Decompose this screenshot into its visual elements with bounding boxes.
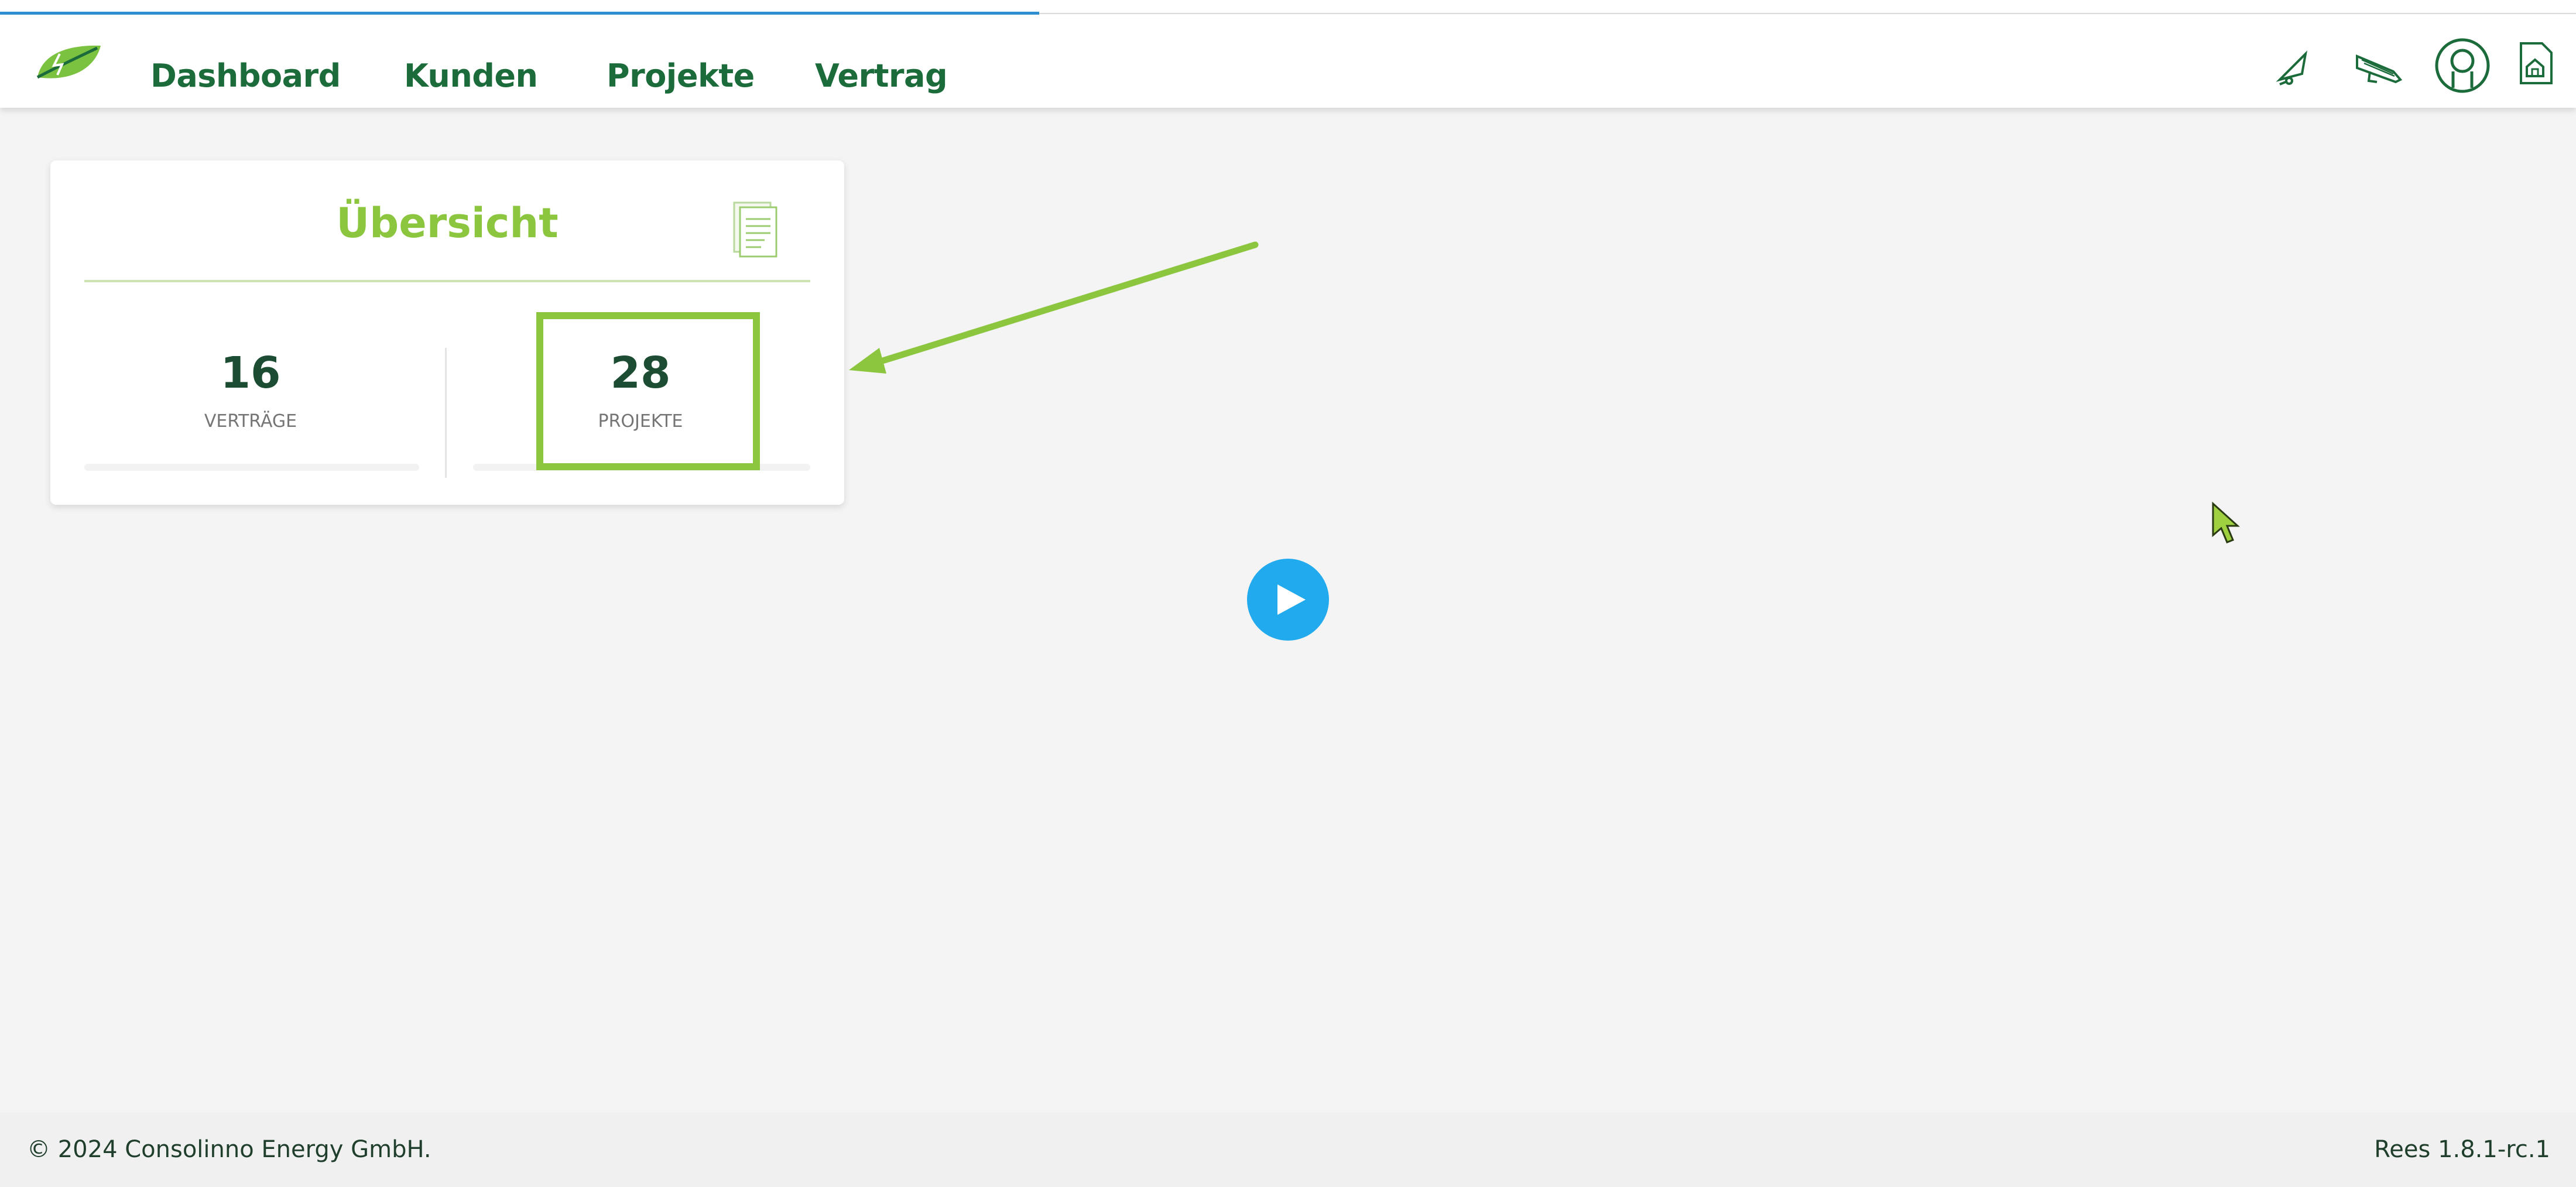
- stat-divider: [445, 348, 447, 478]
- play-icon: [1277, 584, 1306, 615]
- stat-bar-vertraege: [84, 464, 419, 471]
- loading-bar: [0, 0, 2576, 15]
- megaphone-icon[interactable]: [2352, 46, 2405, 89]
- nav-dashboard[interactable]: Dashboard: [150, 57, 341, 94]
- nav-kunden[interactable]: Kunden: [404, 57, 538, 94]
- house-document-icon[interactable]: [2514, 39, 2558, 89]
- copyright-text: © 2024 Consolinno Energy GmbH.: [27, 1136, 431, 1163]
- nav-projekte[interactable]: Projekte: [607, 57, 755, 94]
- loading-progress: [0, 12, 1039, 15]
- footer: © 2024 Consolinno Energy GmbH. Rees 1.8.…: [0, 1113, 2576, 1187]
- bell-icon[interactable]: [2272, 46, 2314, 90]
- vertraege-label: VERTRÄGE: [204, 411, 297, 432]
- video-play-button[interactable]: [1247, 559, 1329, 641]
- version-text: Rees 1.8.1-rc.1: [2374, 1136, 2550, 1163]
- consolinno-logo[interactable]: [34, 39, 104, 85]
- user-icon[interactable]: [2433, 36, 2492, 95]
- vertraege-count: 16: [220, 348, 281, 398]
- stat-vertraege[interactable]: 16 VERTRÄGE: [81, 348, 420, 432]
- annotation-arrow: [849, 241, 1259, 374]
- document-icon: [733, 201, 777, 258]
- top-navigation-bar: Dashboard Kunden Projekte Vertrag: [0, 15, 2576, 108]
- overview-title: Übersicht: [336, 199, 559, 247]
- projekte-highlight-box: [536, 312, 760, 470]
- mouse-cursor-icon: [2212, 501, 2240, 543]
- loading-track: [1039, 13, 2576, 14]
- title-divider: [84, 280, 810, 282]
- nav-vertrag[interactable]: Vertrag: [815, 57, 948, 94]
